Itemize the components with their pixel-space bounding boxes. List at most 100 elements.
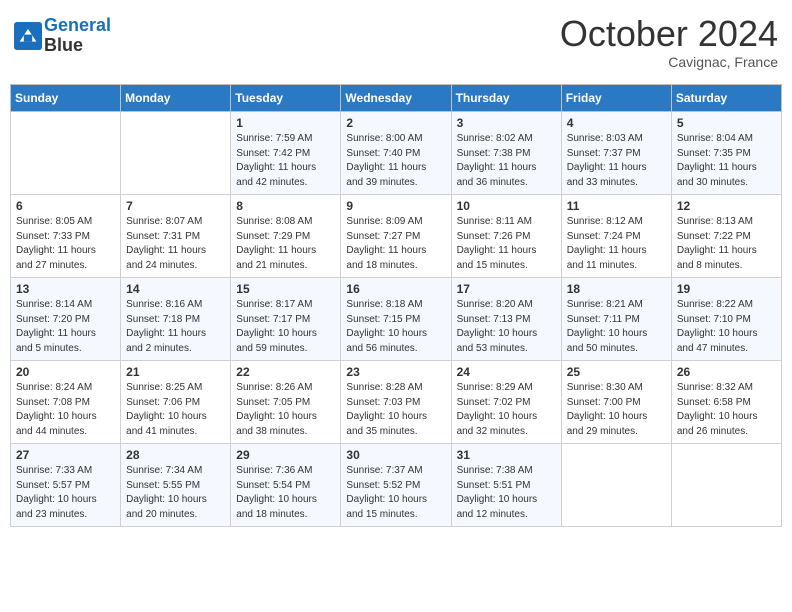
day-number: 31	[457, 448, 556, 462]
calendar-cell: 23Sunrise: 8:28 AM Sunset: 7:03 PM Dayli…	[341, 361, 451, 444]
day-number: 13	[16, 282, 115, 296]
day-info: Sunrise: 8:03 AM Sunset: 7:37 PM Dayligh…	[567, 132, 666, 190]
day-number: 16	[346, 282, 445, 296]
day-info: Sunrise: 8:30 AM Sunset: 7:00 PM Dayligh…	[567, 381, 666, 439]
calendar-cell: 30 Sunrise: 7:37 AM Sunset: 5:52 PM Dayli…	[341, 444, 451, 527]
day-info: Sunrise: 8:05 AM Sunset: 7:33 PM Dayligh…	[16, 215, 115, 273]
day-header-friday: Friday	[561, 85, 671, 112]
day-header-sunday: Sunday	[11, 85, 121, 112]
day-header-monday: Monday	[121, 85, 231, 112]
day-info: Sunrise: 8:11 AM Sunset: 7:26 PM Dayligh…	[457, 215, 556, 273]
day-number: 11	[567, 199, 666, 213]
day-number: 30	[346, 448, 445, 462]
title-block: October 2024 Cavignac, France	[560, 16, 778, 70]
day-number: 2	[346, 116, 445, 130]
day-number: 20	[16, 365, 115, 379]
day-info: Sunrise: 8:08 AM Sunset: 7:29 PM Dayligh…	[236, 215, 335, 273]
day-info: Sunrise: 7:38 AM Sunset: 5:51 PM Dayligh…	[457, 464, 556, 522]
logo-icon	[14, 22, 42, 50]
day-number: 17	[457, 282, 556, 296]
day-header-wednesday: Wednesday	[341, 85, 451, 112]
calendar-cell: 27Sunrise: 7:33 AM Sunset: 5:57 PM Dayli…	[11, 444, 121, 527]
day-number: 1	[236, 116, 335, 130]
day-number: 28	[126, 448, 225, 462]
day-number: 9	[346, 199, 445, 213]
calendar-cell	[671, 444, 781, 527]
day-number: 6	[16, 199, 115, 213]
day-number: 3	[457, 116, 556, 130]
page-header: General Blue October 2024 Cavignac, Fran…	[10, 10, 782, 76]
day-number: 4	[567, 116, 666, 130]
day-info: Sunrise: 8:21 AM Sunset: 7:11 PM Dayligh…	[567, 298, 666, 356]
day-info: Sunrise: 7:59 AM Sunset: 7:42 PM Dayligh…	[236, 132, 335, 190]
calendar-cell: 12 Sunrise: 8:13 AM Sunset: 7:22 PM Dayli…	[671, 195, 781, 278]
day-number: 12	[677, 199, 776, 213]
calendar-cell: 13 Sunrise: 8:14 AM Sunset: 7:20 PM Dayli…	[11, 278, 121, 361]
calendar-cell: 3Sunrise: 8:02 AM Sunset: 7:38 PM Daylig…	[451, 112, 561, 195]
calendar-cell: 6 Sunrise: 8:05 AM Sunset: 7:33 PM Daylig…	[11, 195, 121, 278]
calendar-cell: 1 Sunrise: 7:59 AM Sunset: 7:42 PM Daylig…	[231, 112, 341, 195]
day-info: Sunrise: 8:25 AM Sunset: 7:06 PM Dayligh…	[126, 381, 225, 439]
day-info: Sunrise: 8:04 AM Sunset: 7:35 PM Dayligh…	[677, 132, 776, 190]
calendar-cell: 7 Sunrise: 8:07 AM Sunset: 7:31 PM Daylig…	[121, 195, 231, 278]
day-info: Sunrise: 8:18 AM Sunset: 7:15 PM Dayligh…	[346, 298, 445, 356]
day-number: 10	[457, 199, 556, 213]
day-info: Sunrise: 8:16 AM Sunset: 7:18 PM Dayligh…	[126, 298, 225, 356]
calendar-cell: 8Sunrise: 8:08 AM Sunset: 7:29 PM Daylig…	[231, 195, 341, 278]
day-info: Sunrise: 8:32 AM Sunset: 6:58 PM Dayligh…	[677, 381, 776, 439]
day-info: Sunrise: 8:29 AM Sunset: 7:02 PM Dayligh…	[457, 381, 556, 439]
calendar-cell	[121, 112, 231, 195]
day-number: 26	[677, 365, 776, 379]
calendar-cell	[11, 112, 121, 195]
calendar-cell: 17 Sunrise: 8:20 AM Sunset: 7:13 PM Dayli…	[451, 278, 561, 361]
location: Cavignac, France	[560, 54, 778, 70]
day-info: Sunrise: 8:00 AM Sunset: 7:40 PM Dayligh…	[346, 132, 445, 190]
day-header-saturday: Saturday	[671, 85, 781, 112]
calendar-cell: 10 Sunrise: 8:11 AM Sunset: 7:26 PM Dayli…	[451, 195, 561, 278]
day-info: Sunrise: 8:14 AM Sunset: 7:20 PM Dayligh…	[16, 298, 115, 356]
day-info: Sunrise: 8:13 AM Sunset: 7:22 PM Dayligh…	[677, 215, 776, 273]
day-number: 29	[236, 448, 335, 462]
calendar-cell: 2 Sunrise: 8:00 AM Sunset: 7:40 PM Daylig…	[341, 112, 451, 195]
calendar-cell: 28Sunrise: 7:34 AM Sunset: 5:55 PM Dayli…	[121, 444, 231, 527]
logo-text: General Blue	[44, 16, 111, 56]
day-info: Sunrise: 8:24 AM Sunset: 7:08 PM Dayligh…	[16, 381, 115, 439]
day-number: 18	[567, 282, 666, 296]
day-number: 5	[677, 116, 776, 130]
day-info: Sunrise: 8:26 AM Sunset: 7:05 PM Dayligh…	[236, 381, 335, 439]
calendar-cell: 5 Sunrise: 8:04 AM Sunset: 7:35 PM Daylig…	[671, 112, 781, 195]
calendar-cell: 31 Sunrise: 7:38 AM Sunset: 5:51 PM Dayli…	[451, 444, 561, 527]
calendar-cell: 21Sunrise: 8:25 AM Sunset: 7:06 PM Dayli…	[121, 361, 231, 444]
day-info: Sunrise: 8:20 AM Sunset: 7:13 PM Dayligh…	[457, 298, 556, 356]
day-info: Sunrise: 8:12 AM Sunset: 7:24 PM Dayligh…	[567, 215, 666, 273]
calendar-cell: 26 Sunrise: 8:32 AM Sunset: 6:58 PM Dayli…	[671, 361, 781, 444]
day-info: Sunrise: 8:22 AM Sunset: 7:10 PM Dayligh…	[677, 298, 776, 356]
day-info: Sunrise: 8:07 AM Sunset: 7:31 PM Dayligh…	[126, 215, 225, 273]
calendar-cell: 11 Sunrise: 8:12 AM Sunset: 7:24 PM Dayli…	[561, 195, 671, 278]
day-number: 24	[457, 365, 556, 379]
day-info: Sunrise: 7:33 AM Sunset: 5:57 PM Dayligh…	[16, 464, 115, 522]
calendar-cell: 9 Sunrise: 8:09 AM Sunset: 7:27 PM Daylig…	[341, 195, 451, 278]
calendar-cell: 4 Sunrise: 8:03 AM Sunset: 7:37 PM Daylig…	[561, 112, 671, 195]
calendar-cell: 18 Sunrise: 8:21 AM Sunset: 7:11 PM Dayli…	[561, 278, 671, 361]
day-info: Sunrise: 8:09 AM Sunset: 7:27 PM Dayligh…	[346, 215, 445, 273]
day-header-thursday: Thursday	[451, 85, 561, 112]
calendar-cell	[561, 444, 671, 527]
day-info: Sunrise: 7:37 AM Sunset: 5:52 PM Dayligh…	[346, 464, 445, 522]
day-info: Sunrise: 8:17 AM Sunset: 7:17 PM Dayligh…	[236, 298, 335, 356]
logo: General Blue	[14, 16, 111, 56]
day-number: 7	[126, 199, 225, 213]
calendar-cell: 29 Sunrise: 7:36 AM Sunset: 5:54 PM Dayli…	[231, 444, 341, 527]
day-number: 19	[677, 282, 776, 296]
day-header-tuesday: Tuesday	[231, 85, 341, 112]
calendar-cell: 24 Sunrise: 8:29 AM Sunset: 7:02 PM Dayli…	[451, 361, 561, 444]
calendar-cell: 25Sunrise: 8:30 AM Sunset: 7:00 PM Dayli…	[561, 361, 671, 444]
day-info: Sunrise: 7:36 AM Sunset: 5:54 PM Dayligh…	[236, 464, 335, 522]
day-number: 22	[236, 365, 335, 379]
day-number: 15	[236, 282, 335, 296]
calendar-cell: 16 Sunrise: 8:18 AM Sunset: 7:15 PM Dayli…	[341, 278, 451, 361]
calendar-table: SundayMondayTuesdayWednesdayThursdayFrid…	[10, 84, 782, 527]
day-number: 14	[126, 282, 225, 296]
day-info: Sunrise: 8:28 AM Sunset: 7:03 PM Dayligh…	[346, 381, 445, 439]
calendar-cell: 15 Sunrise: 8:17 AM Sunset: 7:17 PM Dayli…	[231, 278, 341, 361]
